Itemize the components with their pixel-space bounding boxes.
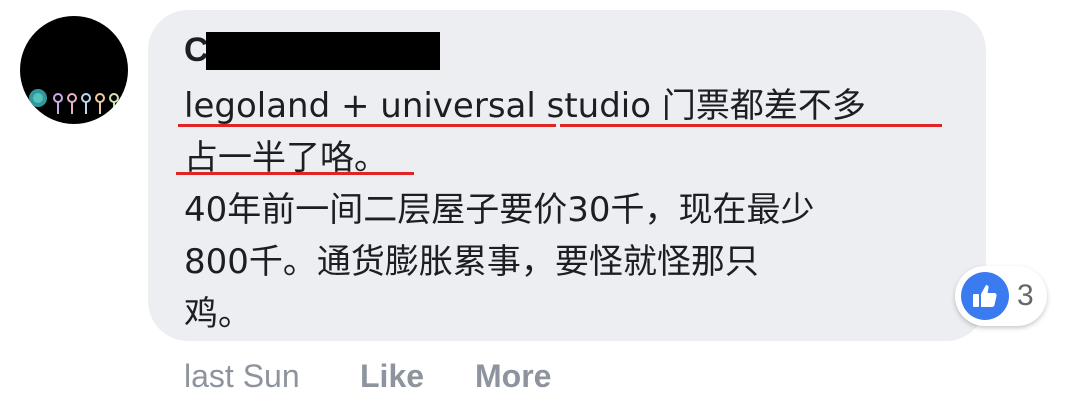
comment-line-2: 占一半了咯。 [184, 138, 388, 178]
comment-body: legoland + universal studio 门票都差不多 占一半了咯… [184, 80, 964, 340]
thumbs-up-icon [961, 272, 1009, 320]
red-underline-2 [560, 124, 942, 127]
timestamp[interactable]: last Sun [184, 356, 300, 396]
avatar[interactable] [20, 16, 128, 124]
comment-line-3: 40年前一间二层屋子要价30千，现在最少 [184, 190, 815, 230]
reaction-summary[interactable]: 3 [955, 266, 1047, 326]
more-button[interactable]: More [475, 356, 551, 396]
like-button[interactable]: Like [360, 356, 424, 396]
reaction-count: 3 [1017, 279, 1034, 312]
red-underline-1 [178, 124, 556, 127]
red-underline-3 [176, 172, 414, 175]
comment-line-5: 鸡。 [184, 294, 252, 334]
author-name-redaction [206, 32, 440, 70]
author-name[interactable]: C [184, 30, 209, 70]
avatar-image [29, 89, 119, 114]
comment-line-4: 800千。通货膨胀累事，要怪就怪那只 [184, 242, 759, 282]
